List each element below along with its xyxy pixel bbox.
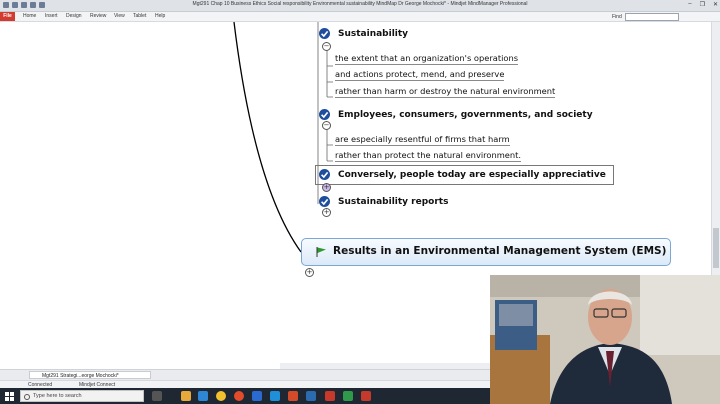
firefox-icon[interactable] [234,391,244,401]
tab-tablet[interactable]: Tablet [133,13,146,19]
store-icon[interactable] [198,391,208,401]
minimize-button[interactable]: – [688,1,691,8]
word-icon[interactable] [252,391,262,401]
mindmanager-icon[interactable] [325,391,335,401]
find-box: Find [612,13,679,21]
camtasia-icon[interactable] [343,391,353,401]
tab-help[interactable]: Help [155,13,165,19]
title-bar: Mgt291 Chap 10 Business Ethics Social re… [0,0,720,12]
file-explorer-icon[interactable] [181,391,191,401]
chrome-icon[interactable] [216,391,226,401]
edge-icon[interactable] [270,391,280,401]
document-tab[interactable]: Mgt291 Strategi...eorge Mochocki* [29,371,151,379]
green-flag-icon [316,247,326,257]
subtopic[interactable]: are especially resentful of firms that h… [335,134,510,146]
windows-start-icon[interactable] [5,392,14,401]
find-label: Find [612,14,622,20]
maximize-button[interactable]: ❐ [700,1,705,8]
topic-conversely[interactable]: Conversely, people today are especially … [338,170,606,180]
topic-sustainability-reports[interactable]: Sustainability reports [338,197,448,207]
scroll-thumb[interactable] [713,228,719,268]
check-icon [319,109,330,120]
ribbon-tabs: File Home Insert Design Review View Tabl… [0,12,720,22]
outlook-icon[interactable] [306,391,316,401]
collapse-toggle[interactable]: − [322,42,331,51]
webcam-overlay [490,275,720,404]
expand-toggle[interactable]: + [322,208,331,217]
search-placeholder: Type here to search [33,393,82,399]
expand-toggle[interactable]: + [322,183,331,192]
powerpoint-icon[interactable] [288,391,298,401]
tab-design[interactable]: Design [66,13,82,19]
main-topic-label: Results in an Environmental Management S… [333,245,667,257]
presenter-video [490,275,720,404]
close-button[interactable]: ✕ [713,1,718,8]
collapse-toggle[interactable]: − [322,121,331,130]
check-icon [319,169,330,180]
check-icon [319,196,330,207]
app-icon-red[interactable] [361,391,371,401]
tab-home[interactable]: Home [23,13,36,19]
topic-sustainability[interactable]: Sustainability [338,29,408,39]
subtopic[interactable]: the extent that an organization's operat… [335,53,519,65]
subtopic[interactable]: and actions protect, mend, and preserve [335,69,505,81]
topic-stakeholders[interactable]: Employees, consumers, governments, and s… [338,110,593,120]
expand-toggle[interactable]: + [305,268,314,277]
tab-file[interactable]: File [0,12,15,21]
taskbar-search[interactable]: Type here to search [20,390,144,402]
main-topic-ems[interactable]: Results in an Environmental Management S… [301,238,671,266]
window-title: Mgt291 Chap 10 Business Ethics Social re… [192,1,528,7]
tab-insert[interactable]: Insert [45,13,58,19]
tab-view[interactable]: View [114,13,125,19]
search-icon [24,394,30,400]
tab-review[interactable]: Review [90,13,106,19]
check-icon [319,28,330,39]
subtopic[interactable]: rather than protect the natural environm… [335,150,522,162]
task-view-icon[interactable] [152,391,162,401]
subtopic[interactable]: rather than harm or destroy the natural … [335,86,556,98]
find-input[interactable] [624,13,679,21]
